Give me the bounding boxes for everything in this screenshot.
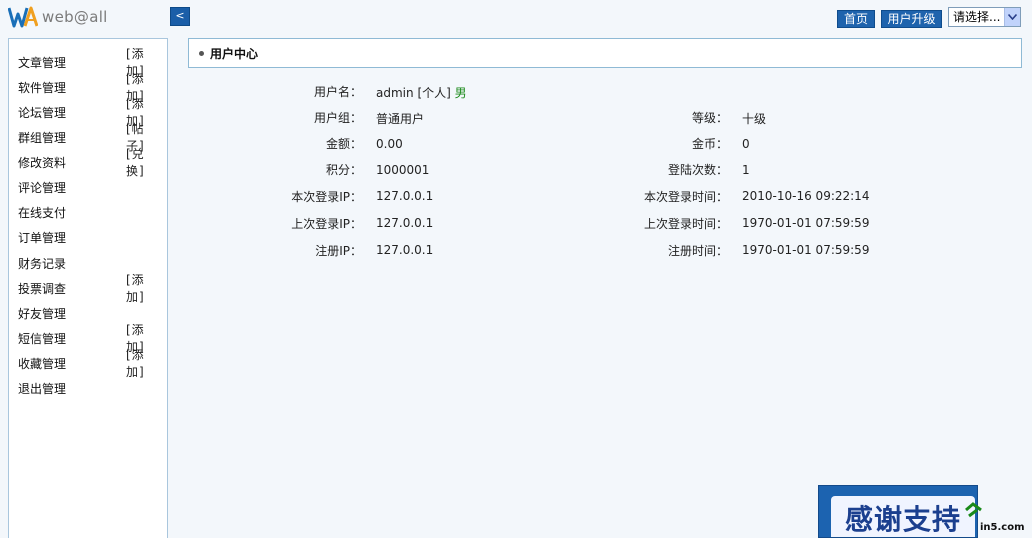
sidebar-item-label[interactable]: 短信管理 [18,330,66,347]
last-time-label: 上次登录时间： [643,217,728,231]
sidebar-item-label[interactable]: 在线支付 [18,204,66,221]
sidebar-item-profile[interactable]: 修改资料 [兑换] [18,147,160,178]
last-ip-value: 127.0.0.1 [376,216,434,230]
group-label: 用户组： [313,111,362,125]
coins-value: 0 [742,137,750,151]
sidebar-item-friends[interactable]: 好友管理 [18,304,160,322]
sidebar-item-software[interactable]: 软件管理 [添加] [18,72,160,103]
upgrade-button[interactable]: 用户升级 [881,10,942,28]
last-ip-label: 上次登录IP： [291,217,362,231]
username: admin [376,86,414,100]
coins-label: 金币： [691,137,728,151]
panel-header: 用户中心 [188,38,1022,68]
sidebar-item-favorites[interactable]: 收藏管理 [添加] [18,348,160,379]
current-ip-value: 127.0.0.1 [376,189,434,203]
reg-time-label: 注册时间： [667,244,728,258]
current-time-value: 2010-10-16 09:22:14 [742,189,870,203]
username-label: 用户名： [313,85,362,99]
sidebar-item-payment[interactable]: 在线支付 [18,203,160,221]
sidebar: 文章管理 [添加] 软件管理 [添加] 论坛管理 [添加] 群组管理 [帖子] … [8,38,168,538]
login-count-value: 1 [742,163,750,177]
sidebar-item-action[interactable]: [添加] [126,346,160,380]
sidebar-item-messages[interactable]: 短信管理 [添加] [18,323,160,354]
level-label: 等级： [691,111,728,125]
username-value: admin [个人] 男 [376,84,467,101]
sidebar-item-comments[interactable]: 评论管理 [18,178,160,196]
sidebar-item-label[interactable]: 评论管理 [18,179,66,196]
thanks-banner[interactable]: 感谢支持 [818,485,978,538]
sidebar-item-label[interactable]: 收藏管理 [18,355,66,372]
user-type: [个人] [417,86,451,100]
jump-select[interactable]: 请选择... [948,7,1021,27]
thanks-banner-inner: 感谢支持 [831,496,975,537]
watermark-text: in5.com [980,522,1025,533]
login-count-label: 登陆次数： [667,163,728,177]
logo-text: web@all [42,8,108,26]
sidebar-item-label[interactable]: 软件管理 [18,79,66,96]
collapse-sidebar-button[interactable]: < [170,7,190,26]
chevron-down-icon[interactable] [1004,8,1020,26]
level-value: 十级 [742,112,767,126]
reg-ip-label: 注册IP： [315,244,362,258]
sidebar-item-label[interactable]: 修改资料 [18,154,66,171]
sidebar-item-orders[interactable]: 订单管理 [18,228,160,246]
user-info: 用户名： admin [个人] 男 用户组： 普通用户 等级： 十级 金额： 0… [188,72,1022,538]
sidebar-item-label[interactable]: 订单管理 [18,229,66,246]
amount-value: 0.00 [376,137,403,151]
sidebar-item-groups[interactable]: 群组管理 [帖子] [18,122,160,153]
sidebar-item-label[interactable]: 群组管理 [18,129,66,146]
sidebar-item-label[interactable]: 文章管理 [18,54,66,71]
gender: 男 [454,86,467,100]
sidebar-item-articles[interactable]: 文章管理 [添加] [18,47,160,78]
points-label: 积分： [325,163,362,177]
logo: web@all [8,4,168,30]
sidebar-item-label[interactable]: 论坛管理 [18,104,66,121]
sidebar-item-polls[interactable]: 投票调查 [添加] [18,273,160,304]
select-value: 请选择... [953,10,1001,24]
page-title: 用户中心 [210,46,259,61]
sidebar-item-action[interactable]: [添加] [126,271,160,305]
reg-ip-value: 127.0.0.1 [376,243,434,257]
current-time-label: 本次登录时间： [643,190,728,204]
watermark-icon [965,502,982,518]
sidebar-item-action[interactable]: [兑换] [126,145,160,179]
last-time-value: 1970-01-01 07:59:59 [742,216,870,230]
sidebar-item-label[interactable]: 财务记录 [18,255,66,272]
bullet-icon [199,50,204,56]
home-button[interactable]: 首页 [837,10,875,28]
wa-logo-icon [8,6,38,28]
amount-label: 金额： [325,137,362,151]
group-value: 普通用户 [376,112,425,126]
sidebar-item-logout[interactable]: 退出管理 [18,379,160,397]
reg-time-value: 1970-01-01 07:59:59 [742,243,870,257]
sidebar-item-label[interactable]: 退出管理 [18,380,66,397]
sidebar-item-forum[interactable]: 论坛管理 [添加] [18,97,160,128]
sidebar-item-finance[interactable]: 财务记录 [18,254,160,272]
thanks-text: 感谢支持 [844,502,961,536]
sidebar-item-label[interactable]: 好友管理 [18,305,66,322]
sidebar-item-label[interactable]: 投票调查 [18,280,66,297]
current-ip-label: 本次登录IP： [291,190,362,204]
points-value: 1000001 [376,163,430,177]
